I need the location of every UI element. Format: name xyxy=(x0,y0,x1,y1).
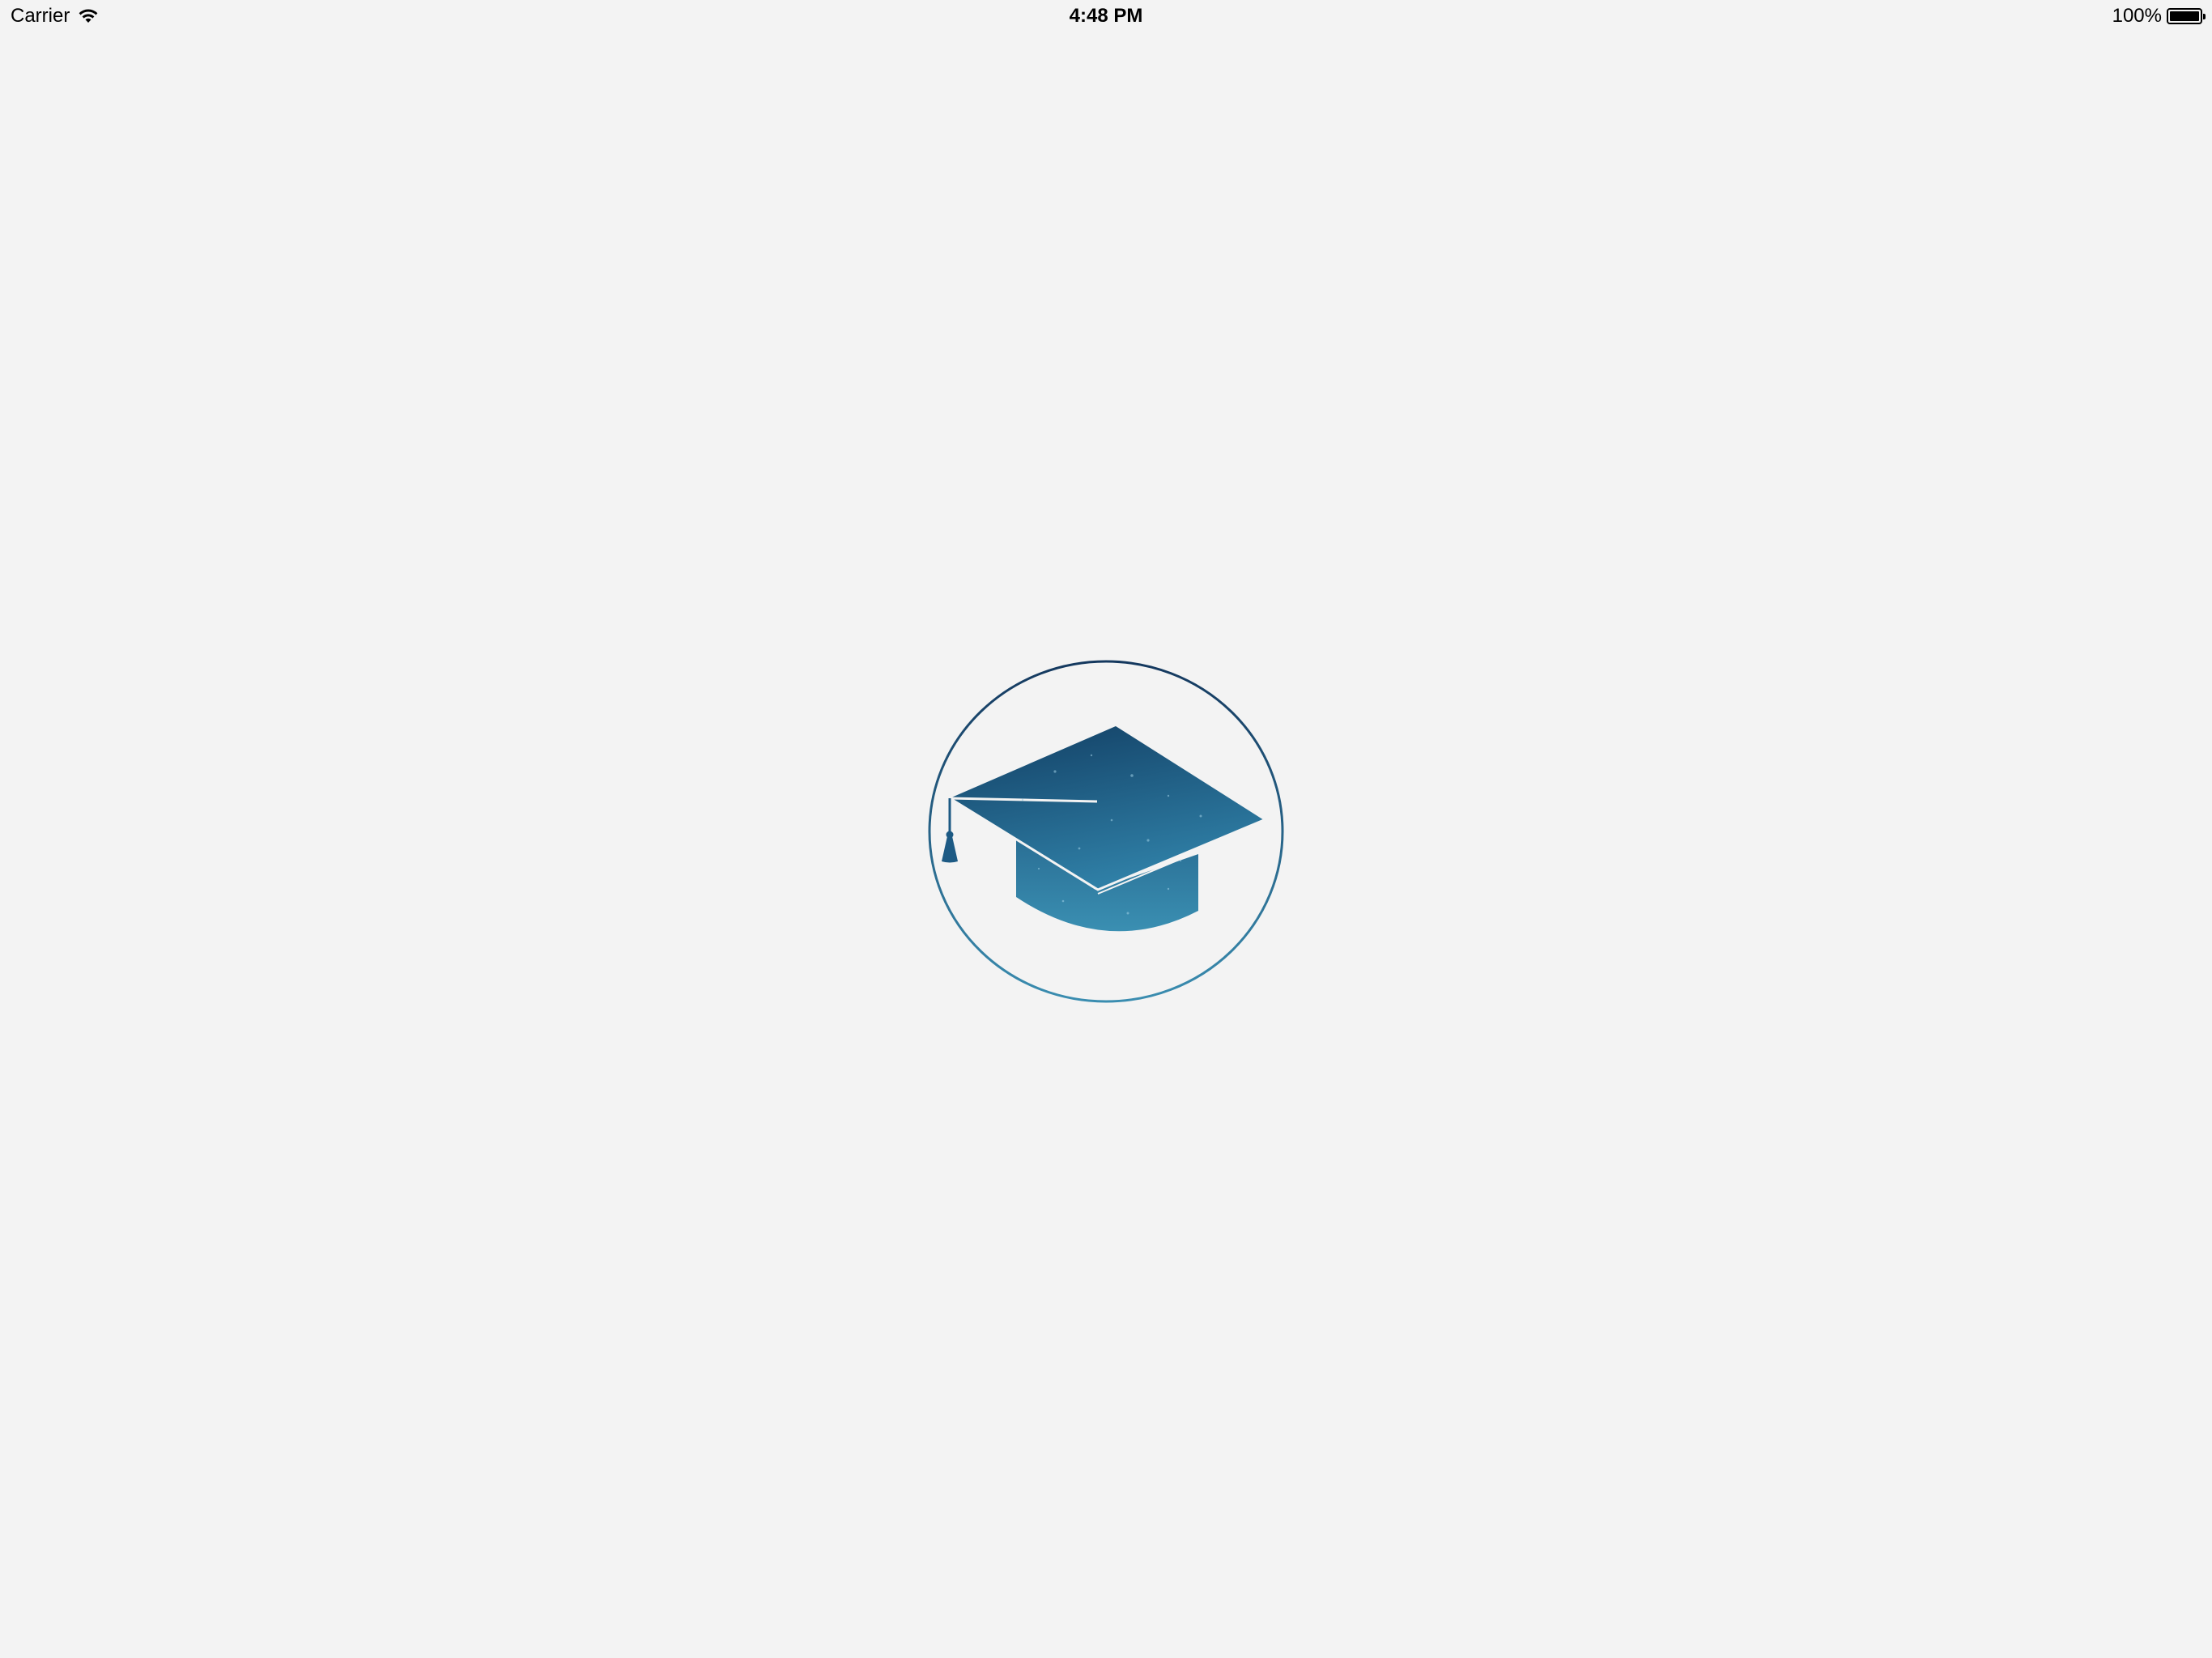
carrier-label: Carrier xyxy=(11,5,70,27)
battery-icon xyxy=(2167,8,2206,24)
splash-screen: Carrier 4:48 PM 100% xyxy=(0,0,2212,1658)
cap-board xyxy=(950,726,1264,890)
battery-percent: 100% xyxy=(2112,5,2162,27)
wifi-icon xyxy=(79,9,98,23)
status-left: Carrier xyxy=(11,0,99,32)
tassel xyxy=(942,836,958,863)
status-center: 4:48 PM xyxy=(0,0,2212,32)
status-time: 4:48 PM xyxy=(1069,5,1143,27)
graduation-cap-icon xyxy=(928,660,1284,1003)
status-right: 100% xyxy=(2112,0,2206,32)
battery-fill xyxy=(2170,11,2199,21)
status-bar: Carrier 4:48 PM 100% xyxy=(0,0,2212,32)
battery-cap xyxy=(2203,14,2206,19)
